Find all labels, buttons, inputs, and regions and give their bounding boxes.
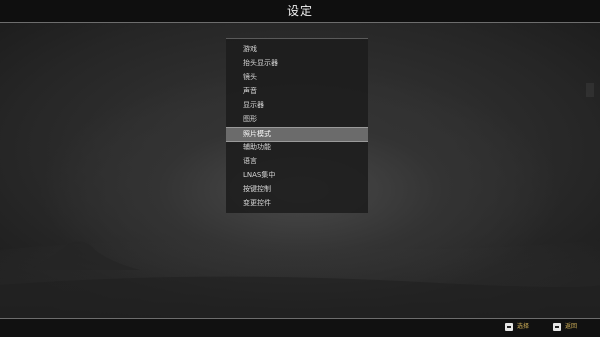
menu-item-lnas-focus[interactable]: LNAS集中: [226, 169, 368, 182]
menu-item-accessibility[interactable]: 辅助功能: [226, 141, 368, 154]
menu-item-photo-mode[interactable]: 照片模式: [226, 127, 368, 142]
menu-item-language[interactable]: 语言: [226, 155, 368, 168]
menu-item-label: 显示器: [243, 101, 264, 109]
controller-button-icon: [505, 323, 513, 331]
controller-button-icon: [553, 323, 561, 331]
menu-item-game[interactable]: 游戏: [226, 43, 368, 56]
menu-item-label: 按键控制: [243, 185, 271, 193]
back-label: 返回: [565, 323, 578, 330]
menu-item-controls[interactable]: 按键控制: [226, 183, 368, 196]
menu-item-label: 声音: [243, 87, 257, 95]
menu-item-camera[interactable]: 镜头: [226, 71, 368, 84]
menu-item-label: 游戏: [243, 45, 257, 53]
menu-item-label: 辅助功能: [243, 143, 271, 151]
menu-item-label: LNAS集中: [243, 171, 276, 179]
settings-screen: 设定 游戏 抬头显示器 镜头 声音 显示器 图形 照片模式 辅助功能 语言 LN…: [0, 0, 600, 337]
select-hint[interactable]: 选择: [505, 323, 545, 333]
menu-item-display[interactable]: 显示器: [226, 99, 368, 112]
menu-item-hud[interactable]: 抬头显示器: [226, 57, 368, 70]
menu-item-label: 语言: [243, 157, 257, 165]
back-hint[interactable]: 返回: [553, 323, 593, 333]
select-label: 选择: [517, 323, 530, 330]
menu-item-label: 变更控件: [243, 199, 271, 207]
menu-item-label: 照片模式: [243, 130, 271, 138]
top-bar: 设定: [0, 0, 600, 23]
settings-menu: 游戏 抬头显示器 镜头 声音 显示器 图形 照片模式 辅助功能 语言 LNAS集…: [226, 38, 594, 213]
menu-item-remap-controls[interactable]: 变更控件: [226, 197, 368, 210]
menu-item-label: 抬头显示器: [243, 59, 278, 67]
menu-item-label: 镜头: [243, 73, 257, 81]
menu-item-label: 图形: [243, 115, 257, 123]
menu-item-audio[interactable]: 声音: [226, 85, 368, 98]
page-title: 设定: [286, 4, 313, 18]
menu-scroll-indicator: [586, 83, 594, 97]
menu-item-graphics[interactable]: 图形: [226, 113, 368, 126]
